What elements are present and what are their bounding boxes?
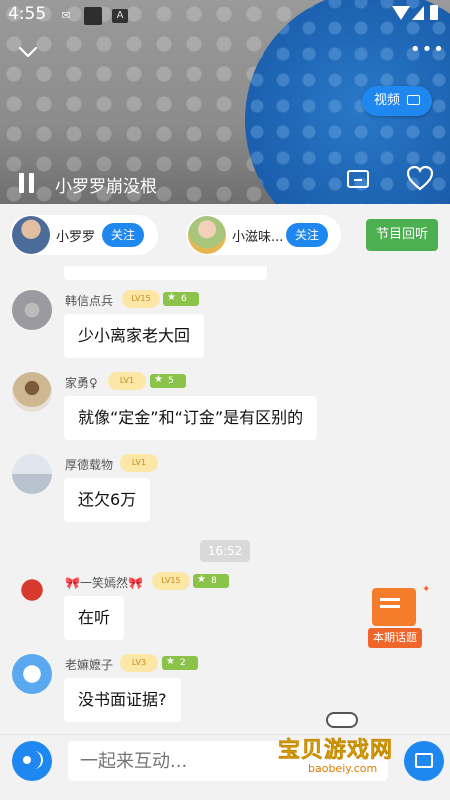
- message-bubble: 在听: [64, 596, 125, 640]
- player-hero: 4:55 ✉ A ••• 视频 小罗罗崩没根: [0, 0, 450, 204]
- message-bubble: 就像“定金”和“订金”是有区别的: [64, 396, 318, 440]
- battery-icon: [430, 5, 438, 20]
- watermark-title: 宝贝游戏网: [278, 738, 394, 764]
- hosts-bar: 小罗罗 关注 小滋味... 关注 节目回听: [0, 204, 450, 266]
- app-notification-icon: [84, 7, 102, 25]
- gamepad-icon: [326, 712, 358, 728]
- star-score-badge: 8: [193, 573, 229, 588]
- keyboard-a-icon: A: [112, 9, 128, 23]
- star-score-badge: 6: [163, 291, 199, 306]
- message-bubble: 还欠6万: [64, 478, 151, 522]
- heart-icon[interactable]: [406, 165, 434, 195]
- pause-icon[interactable]: [18, 173, 36, 193]
- topic-card-icon: [372, 588, 416, 626]
- replay-button[interactable]: 节目回听: [366, 219, 438, 251]
- level-badge: LV3: [120, 654, 158, 672]
- username[interactable]: 家勇♀: [65, 374, 98, 391]
- host-card[interactable]: 小滋味... 关注: [186, 215, 341, 255]
- sparkle-icon: ✦: [422, 584, 431, 595]
- video-button-label: 视频: [374, 93, 401, 108]
- message-bubble: 少小离家老大回: [64, 314, 205, 358]
- status-bar: 4:55 ✉ A: [0, 0, 450, 32]
- host-card[interactable]: 小罗罗 关注: [10, 215, 158, 255]
- chat-feed[interactable]: 韩信点兵 LV15 6 少小离家老大回 家勇♀ LV1 5 就像“定金”和“订金…: [0, 266, 450, 734]
- message-bubble: 没书面证据?: [64, 678, 181, 722]
- video-button[interactable]: 视频: [362, 86, 432, 116]
- avatar[interactable]: [12, 572, 52, 612]
- username[interactable]: 厚德载物: [65, 456, 113, 473]
- wifi-icon: [392, 6, 410, 20]
- star-score-badge: 2: [162, 655, 198, 670]
- level-badge: LV1: [120, 454, 158, 472]
- avatar[interactable]: [12, 454, 52, 494]
- message-bubble-partial: [64, 266, 267, 280]
- level-badge: LV15: [152, 572, 190, 590]
- site-watermark: 宝贝游戏网 baobeiy.com: [278, 712, 418, 792]
- host-name: 小滋味...: [232, 230, 284, 245]
- watermark-domain: baobeiy.com: [308, 762, 378, 775]
- follow-button[interactable]: 关注: [102, 223, 144, 247]
- avatar[interactable]: [12, 654, 52, 694]
- lyrics-icon[interactable]: [347, 170, 369, 188]
- follow-button[interactable]: 关注: [286, 223, 328, 247]
- avatar[interactable]: [12, 372, 52, 412]
- voice-input-icon[interactable]: [12, 741, 52, 781]
- star-score-badge: 5: [150, 373, 186, 388]
- collapse-chevron-down-icon[interactable]: [16, 40, 40, 64]
- time-divider: 16:52: [200, 540, 250, 562]
- level-badge: LV15: [122, 290, 160, 308]
- topic-label: 本期话题: [368, 628, 422, 648]
- username[interactable]: 🎀一笑嫣然🎀: [65, 574, 143, 591]
- username[interactable]: 老嫲嬷子: [65, 656, 113, 673]
- topic-floating-button[interactable]: ✦ 本期话题: [364, 584, 430, 648]
- mail-icon: ✉: [61, 9, 71, 22]
- level-badge: LV1: [108, 372, 146, 390]
- tv-icon: [407, 95, 420, 105]
- avatar[interactable]: [12, 216, 50, 254]
- avatar[interactable]: [12, 290, 52, 330]
- username[interactable]: 韩信点兵: [65, 292, 113, 309]
- avatar[interactable]: [188, 216, 226, 254]
- program-title: 小罗罗崩没根: [55, 177, 157, 197]
- status-time: 4:55: [8, 4, 47, 24]
- signal-icon: [412, 6, 424, 20]
- more-options-icon[interactable]: •••: [410, 40, 444, 64]
- host-name: 小罗罗: [56, 230, 96, 245]
